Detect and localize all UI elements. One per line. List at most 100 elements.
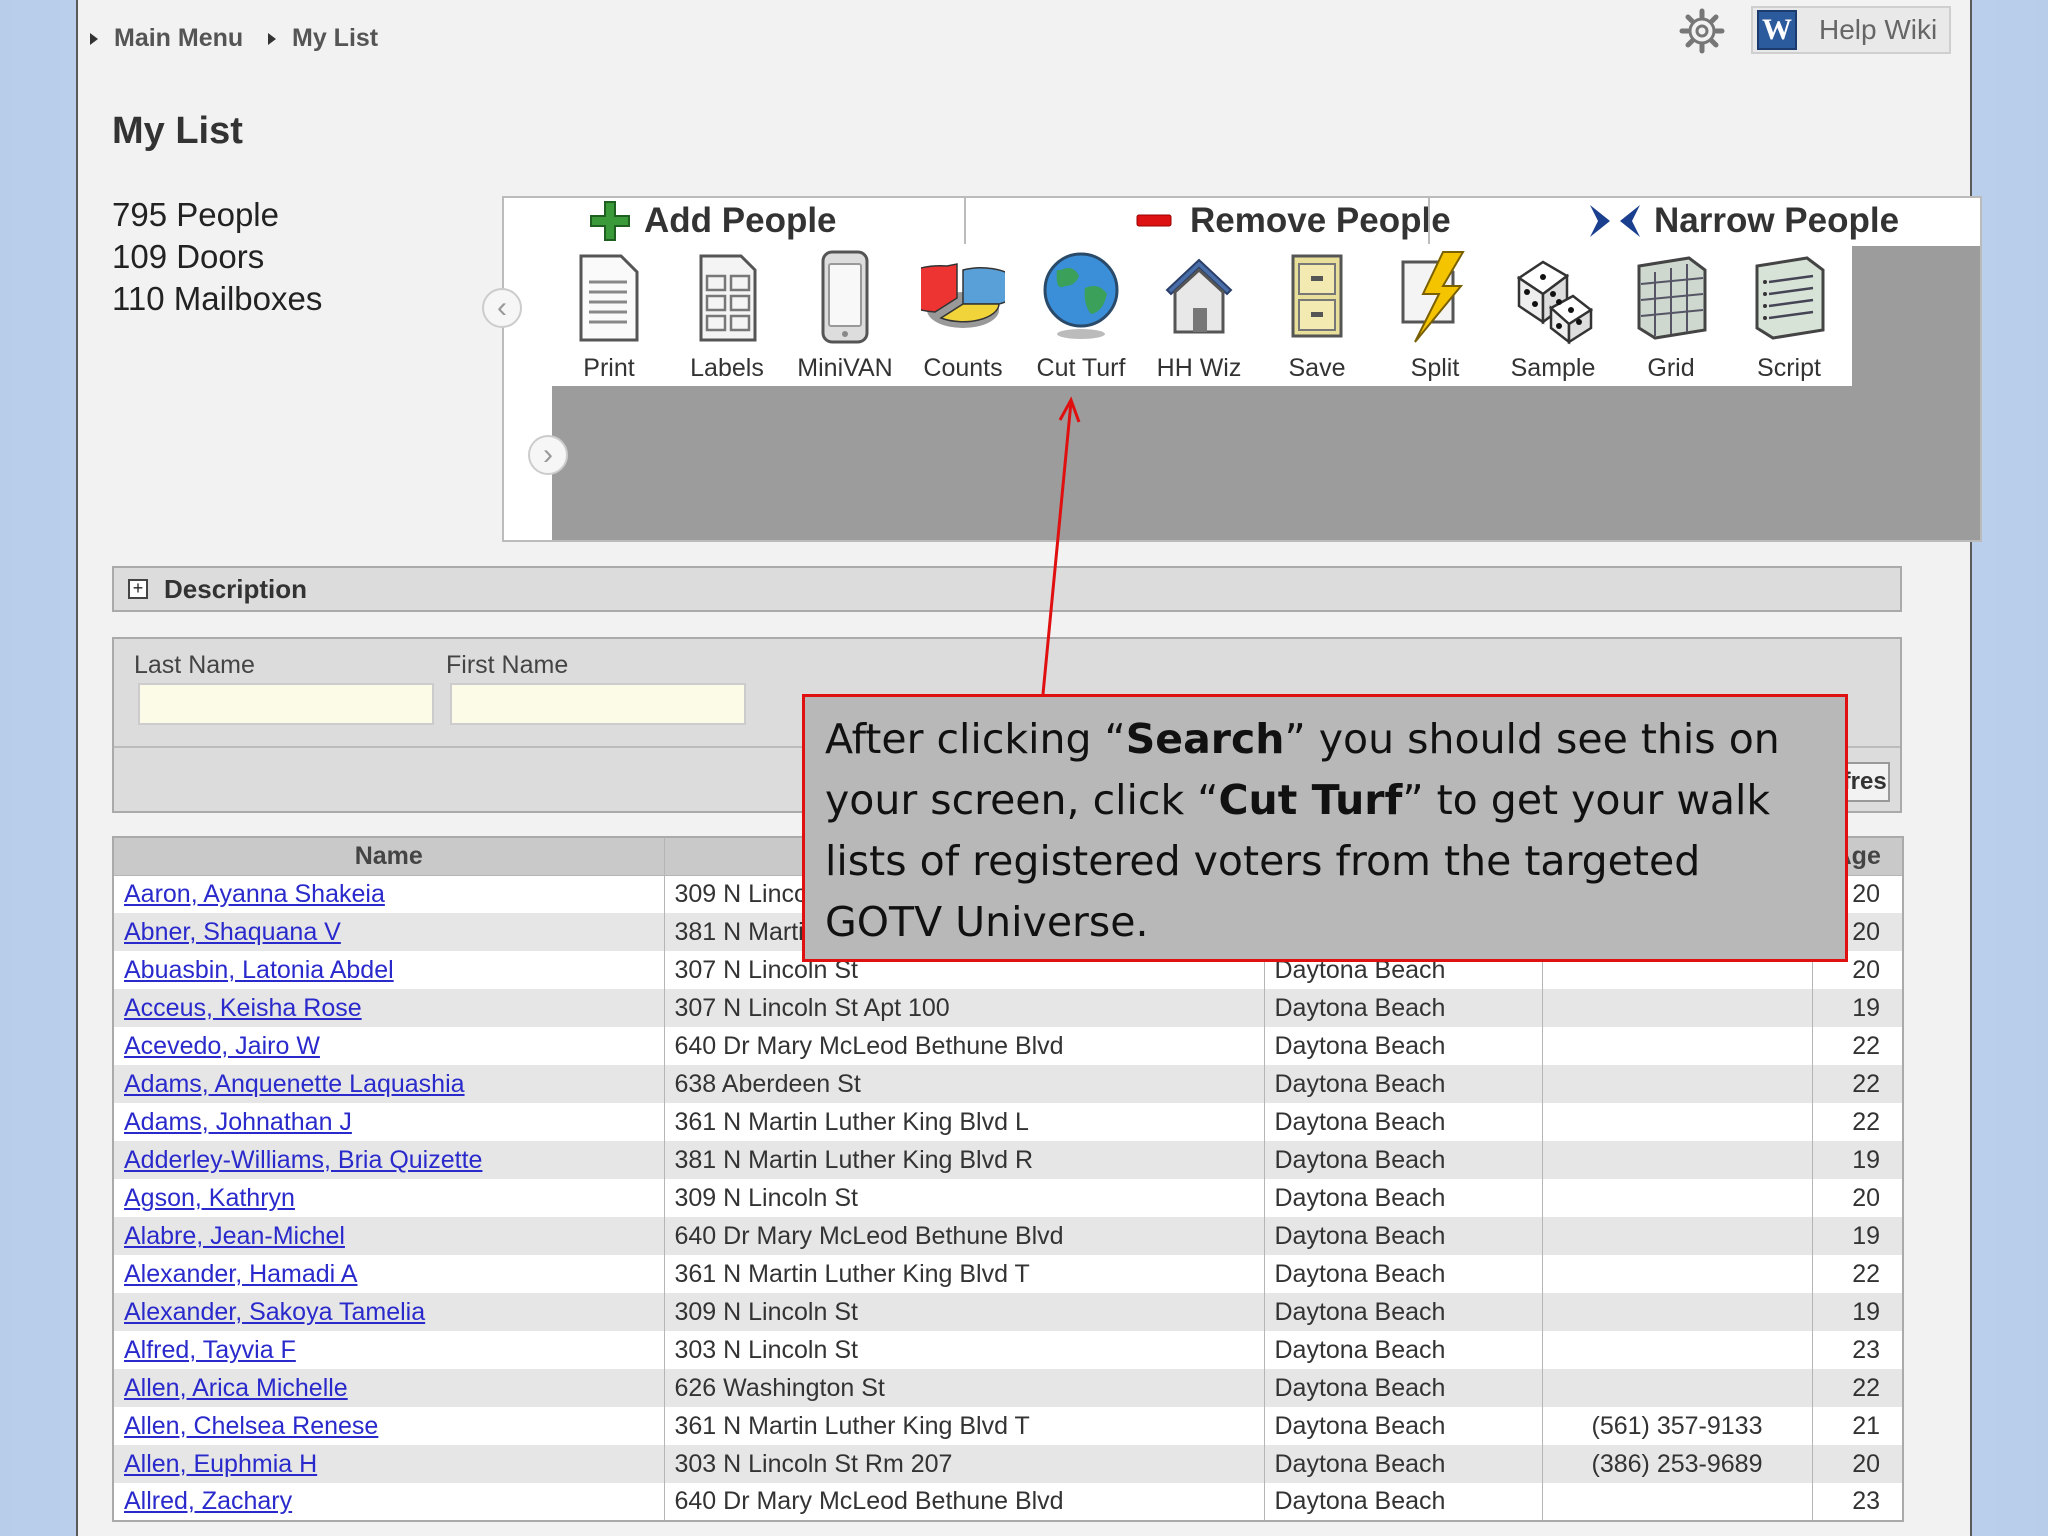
wiki-logo-icon: W (1757, 10, 1797, 50)
tool-label: Labels (690, 354, 764, 382)
last-name-input[interactable] (138, 683, 434, 725)
cell-age: 22 (1811, 1255, 1904, 1293)
cell-name: Alexander, Sakoya Tamelia (112, 1293, 665, 1331)
tool-counts[interactable]: Counts (908, 248, 1018, 388)
breadcrumb-arrow-icon (90, 32, 98, 45)
person-name-link[interactable]: Abner, Shaquana V (124, 918, 341, 946)
plus-icon (590, 201, 630, 241)
cell-address: 303 N Lincoln St (663, 1331, 1265, 1369)
cell-phone (1541, 1293, 1813, 1331)
tool-label: Grid (1647, 354, 1695, 382)
tool-split[interactable]: Split (1380, 248, 1490, 388)
tool-minivan[interactable]: MiniVAN (790, 248, 900, 388)
narrow-arrows-icon (1590, 205, 1640, 237)
table-row: Adderley-Williams, Bria Quizette 381 N Ma… (112, 1141, 1904, 1179)
person-name-link[interactable]: Aaron, Ayanna Shakeia (124, 880, 385, 908)
cell-age: 22 (1811, 1027, 1904, 1065)
cell-age: 19 (1811, 1293, 1904, 1331)
person-name-link[interactable]: Alfred, Tayvia F (124, 1336, 296, 1364)
pie-chart-icon (921, 263, 1005, 328)
cell-phone (1541, 1331, 1813, 1369)
people-count: 795 People (112, 196, 279, 233)
cell-phone (1541, 1103, 1813, 1141)
help-wiki-button[interactable]: W Help Wiki (1751, 6, 1951, 54)
tool-hh-wiz[interactable]: HH Wiz (1144, 248, 1254, 388)
expand-icon: + (128, 579, 148, 599)
person-name-link[interactable]: Adams, Anquenette Laquashia (124, 1070, 465, 1098)
tool-print[interactable]: Print (554, 248, 664, 388)
tool-label: Counts (923, 354, 1003, 382)
breadcrumb-main-menu[interactable]: Main Menu (90, 24, 243, 53)
list-toolbar: Add People Remove People Narrow People ‹… (482, 196, 1982, 542)
person-name-link[interactable]: Adderley-Williams, Bria Quizette (124, 1146, 482, 1174)
cell-phone (1541, 1217, 1813, 1255)
tool-labels[interactable]: Labels (672, 248, 782, 388)
table-row: Adams, Anquenette Laquashia 638 Aberdeen … (112, 1065, 1904, 1103)
person-name-link[interactable]: Allred, Zachary (124, 1487, 292, 1515)
person-name-link[interactable]: Acceus, Keisha Rose (124, 994, 362, 1022)
tool-label: Split (1410, 354, 1460, 382)
toolbar-next-button[interactable]: › (528, 435, 568, 475)
table-row: Allred, Zachary 640 Dr Mary McLeod Bethun… (112, 1483, 1904, 1521)
tool-sample[interactable]: Sample (1498, 248, 1608, 388)
description-toggle[interactable]: + Description (112, 566, 1902, 612)
cell-phone (1541, 1255, 1813, 1293)
cell-name: Allen, Chelsea Renese (112, 1407, 665, 1445)
person-name-link[interactable]: Allen, Euphmia H (124, 1450, 317, 1478)
cell-age: 20 (1811, 1179, 1904, 1217)
column-header-name[interactable]: Name (112, 836, 665, 876)
tool-label: Script (1757, 354, 1821, 382)
cell-age: 19 (1811, 1217, 1904, 1255)
cell-age: 19 (1811, 989, 1904, 1027)
cell-phone: (386) 253-9689 (1541, 1445, 1813, 1483)
tool-label: HH Wiz (1156, 354, 1242, 382)
person-name-link[interactable]: Allen, Chelsea Renese (124, 1412, 378, 1440)
tool-label: Save (1288, 354, 1346, 382)
breadcrumb-my-list[interactable]: My List (268, 24, 378, 53)
person-name-link[interactable]: Abuasbin, Latonia Abdel (124, 956, 394, 984)
table-row: Acevedo, Jairo W 640 Dr Mary McLeod Bethu… (112, 1027, 1904, 1065)
gear-icon[interactable] (1679, 8, 1725, 54)
tab-remove-people[interactable]: Remove People (1136, 198, 1451, 244)
cell-name: Aaron, Ayanna Shakeia (112, 875, 665, 913)
page-title: My List (112, 110, 243, 152)
cell-address: 640 Dr Mary McLeod Bethune Blvd (663, 1027, 1265, 1065)
tool-save[interactable]: Save (1262, 248, 1372, 388)
cell-age: 23 (1811, 1331, 1904, 1369)
tool-cut-turf[interactable]: Cut Turf (1026, 248, 1136, 388)
person-name-link[interactable]: Alexander, Hamadi A (124, 1260, 357, 1288)
person-name-link[interactable]: Allen, Arica Michelle (124, 1374, 348, 1402)
first-name-input[interactable] (450, 683, 746, 725)
cell-city: Daytona Beach (1263, 1293, 1543, 1331)
cell-name: Acevedo, Jairo W (112, 1027, 665, 1065)
person-name-link[interactable]: Agson, Kathryn (124, 1184, 295, 1212)
cell-phone (1541, 1179, 1813, 1217)
cell-address: 640 Dr Mary McLeod Bethune Blvd (663, 1217, 1265, 1255)
cell-phone (1541, 1065, 1813, 1103)
tool-grid[interactable]: Grid (1616, 248, 1726, 388)
tab-narrow-people[interactable]: Narrow People (1588, 198, 1899, 244)
tab-label: Remove People (1190, 201, 1451, 240)
grid-icon (1637, 256, 1707, 340)
minus-icon (1136, 214, 1172, 227)
cell-name: Adams, Johnathan J (112, 1103, 665, 1141)
cell-name: Allen, Euphmia H (112, 1445, 665, 1483)
lightning-split-icon (1401, 251, 1465, 343)
cell-address: 303 N Lincoln St Rm 207 (663, 1445, 1265, 1483)
table-row: Alabre, Jean-Michel 640 Dr Mary McLeod Be… (112, 1217, 1904, 1255)
person-name-link[interactable]: Alabre, Jean-Michel (124, 1222, 345, 1250)
table-row: Agson, Kathryn 309 N Lincoln St Daytona Be… (112, 1179, 1904, 1217)
person-name-link[interactable]: Alexander, Sakoya Tamelia (124, 1298, 425, 1326)
labels-sheet-icon (699, 254, 757, 342)
cell-name: Adderley-Williams, Bria Quizette (112, 1141, 665, 1179)
tab-add-people[interactable]: Add People (588, 198, 837, 244)
tool-script[interactable]: Script (1734, 248, 1844, 388)
table-row: Alexander, Hamadi A 361 N Martin Luther K… (112, 1255, 1904, 1293)
table-body: Aaron, Ayanna Shakeia 309 N Lincoln St 20 A… (112, 875, 1904, 1521)
cell-city: Daytona Beach (1263, 1369, 1543, 1407)
person-name-link[interactable]: Acevedo, Jairo W (124, 1032, 320, 1060)
tool-label: Cut Turf (1036, 354, 1126, 382)
cell-city: Daytona Beach (1263, 1407, 1543, 1445)
person-name-link[interactable]: Adams, Johnathan J (124, 1108, 352, 1136)
toolbar-prev-button[interactable]: ‹ (482, 288, 522, 328)
